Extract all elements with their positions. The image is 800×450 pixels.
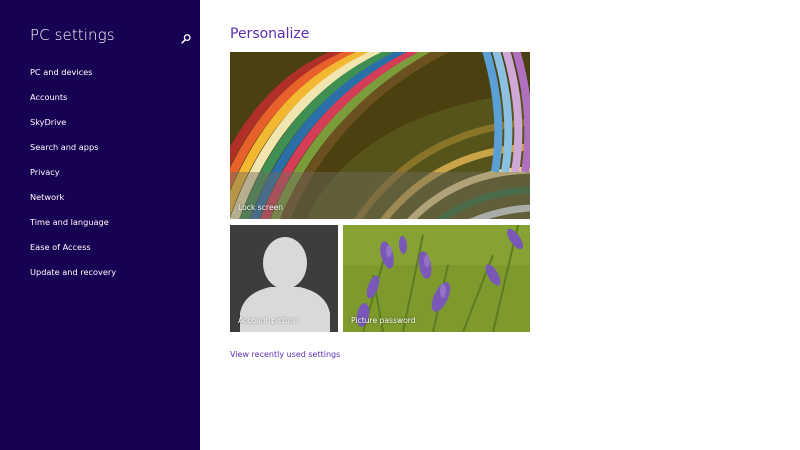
- lock-screen-tile[interactable]: Lock screen: [230, 52, 530, 219]
- lock-screen-image: [230, 52, 530, 219]
- search-icon: [181, 34, 191, 44]
- sidebar-item-skydrive[interactable]: SkyDrive: [30, 116, 116, 141]
- sidebar-item-pc-and-devices[interactable]: PC and devices: [30, 66, 116, 91]
- sidebar-item-search-and-apps[interactable]: Search and apps: [30, 141, 116, 166]
- view-recent-settings-link[interactable]: View recently used settings: [230, 350, 340, 359]
- sidebar-item-ease-of-access[interactable]: Ease of Access: [30, 241, 116, 266]
- picture-password-label: Picture password: [351, 316, 416, 325]
- search-button[interactable]: [180, 30, 192, 44]
- picture-password-tile[interactable]: Picture password: [343, 225, 530, 332]
- account-picture-tile[interactable]: Account picture: [230, 225, 338, 332]
- sidebar-item-accounts[interactable]: Accounts: [30, 91, 116, 116]
- sidebar-item-network[interactable]: Network: [30, 191, 116, 216]
- sidebar-item-update-and-recovery[interactable]: Update and recovery: [30, 266, 116, 291]
- sidebar-item-privacy[interactable]: Privacy: [30, 166, 116, 191]
- sidebar-title: PC settings: [30, 26, 115, 44]
- sidebar: PC settings PC and devices Accounts SkyD…: [0, 0, 200, 450]
- sidebar-item-time-and-language[interactable]: Time and language: [30, 216, 116, 241]
- page-title: Personalize: [230, 26, 310, 42]
- account-picture-label: Account picture: [238, 316, 298, 325]
- lock-screen-label: Lock screen: [238, 203, 283, 212]
- main-content: Personalize Lock screen Account picture …: [200, 0, 800, 450]
- sidebar-nav: PC and devices Accounts SkyDrive Search …: [30, 66, 116, 291]
